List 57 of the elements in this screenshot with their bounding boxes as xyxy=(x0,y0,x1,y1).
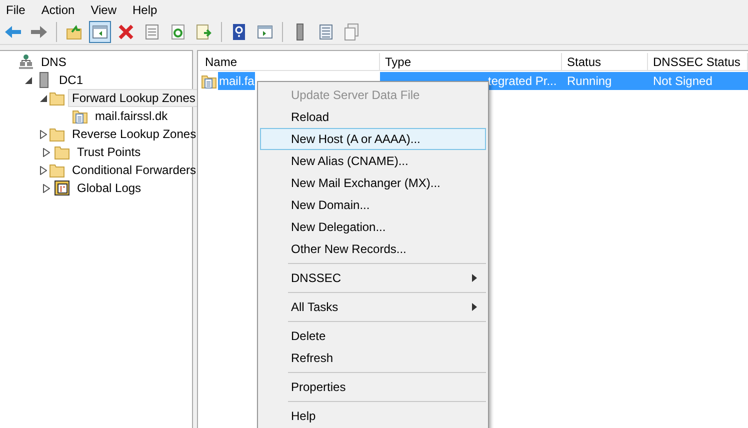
export-list-icon xyxy=(195,22,213,40)
tree-item[interactable]: Conditional Forwarders xyxy=(68,161,200,179)
menu-item[interactable]: DNSSEC xyxy=(260,267,486,289)
menu-item[interactable]: All Tasks xyxy=(260,296,486,318)
table-cell: Not Signed xyxy=(653,74,712,88)
collapsed-arrow-icon[interactable] xyxy=(40,166,47,174)
menu-item[interactable]: Refresh xyxy=(260,347,486,369)
expanded-arrow-icon[interactable] xyxy=(24,76,32,84)
menu-bar-item[interactable]: File xyxy=(0,0,34,18)
table-cell: Running xyxy=(567,74,612,88)
menu-item[interactable]: Other New Records... xyxy=(260,238,486,260)
list-icon xyxy=(317,22,335,40)
menu-item[interactable]: Delete xyxy=(260,325,486,347)
zone-file-icon xyxy=(201,73,217,89)
column-header[interactable]: DNSSEC Status xyxy=(648,53,748,71)
folder-icon xyxy=(49,162,65,178)
menu-bar-item[interactable]: Help xyxy=(124,0,166,18)
expanded-arrow-icon[interactable] xyxy=(40,94,47,102)
menu-item[interactable]: Help xyxy=(260,405,486,427)
menu-bar-item[interactable]: Action xyxy=(33,0,83,18)
column-header[interactable]: Name xyxy=(200,53,380,71)
folder-icon xyxy=(49,126,65,142)
folder-up-icon xyxy=(65,22,83,40)
collapsed-arrow-icon[interactable] xyxy=(40,130,47,138)
column-header[interactable]: Status xyxy=(562,53,648,71)
menu-item[interactable]: New Alias (CNAME)... xyxy=(260,150,486,172)
action-pane-icon xyxy=(256,22,274,40)
tree-item[interactable]: DNS xyxy=(37,53,70,71)
properties-sheet-icon xyxy=(143,22,161,40)
folder-icon xyxy=(49,90,65,106)
collapsed-arrow-icon[interactable] xyxy=(42,148,50,156)
menu-item[interactable]: New Host (A or AAAA)... xyxy=(260,128,486,150)
tree-item[interactable]: mail.fairssl.dk xyxy=(91,107,172,125)
folder-icon xyxy=(54,144,70,160)
menu-item[interactable]: New Mail Exchanger (MX)... xyxy=(260,172,486,194)
toolbar-button[interactable] xyxy=(89,20,111,42)
menu-item[interactable]: Reload xyxy=(260,106,486,128)
tree-item[interactable]: Global Logs xyxy=(73,179,146,197)
column-header[interactable]: Type xyxy=(380,53,562,71)
menu-item[interactable]: New Domain... xyxy=(260,194,486,216)
menu-item[interactable]: Properties xyxy=(260,376,486,398)
help-icon xyxy=(230,22,248,40)
refresh-icon xyxy=(169,22,187,40)
tree-item[interactable]: Trust Points xyxy=(73,143,145,161)
tree-item[interactable]: Reverse Lookup Zones xyxy=(68,125,200,143)
delete-x-icon xyxy=(117,22,135,40)
menu-item[interactable]: New Delegation... xyxy=(260,216,486,238)
zone-file-icon xyxy=(72,108,88,124)
copy-pages-icon xyxy=(343,22,361,40)
collapsed-arrow-icon[interactable] xyxy=(42,184,50,192)
tree-item[interactable]: Forward Lookup Zones xyxy=(68,89,200,107)
log-book-icon xyxy=(54,180,70,196)
tree-item[interactable]: DC1 xyxy=(55,71,88,89)
menu-bar-item[interactable]: View xyxy=(82,0,124,18)
console-tree-icon xyxy=(91,22,109,40)
network-icon xyxy=(18,54,34,70)
table-cell: tegrated Pr... xyxy=(488,74,557,88)
